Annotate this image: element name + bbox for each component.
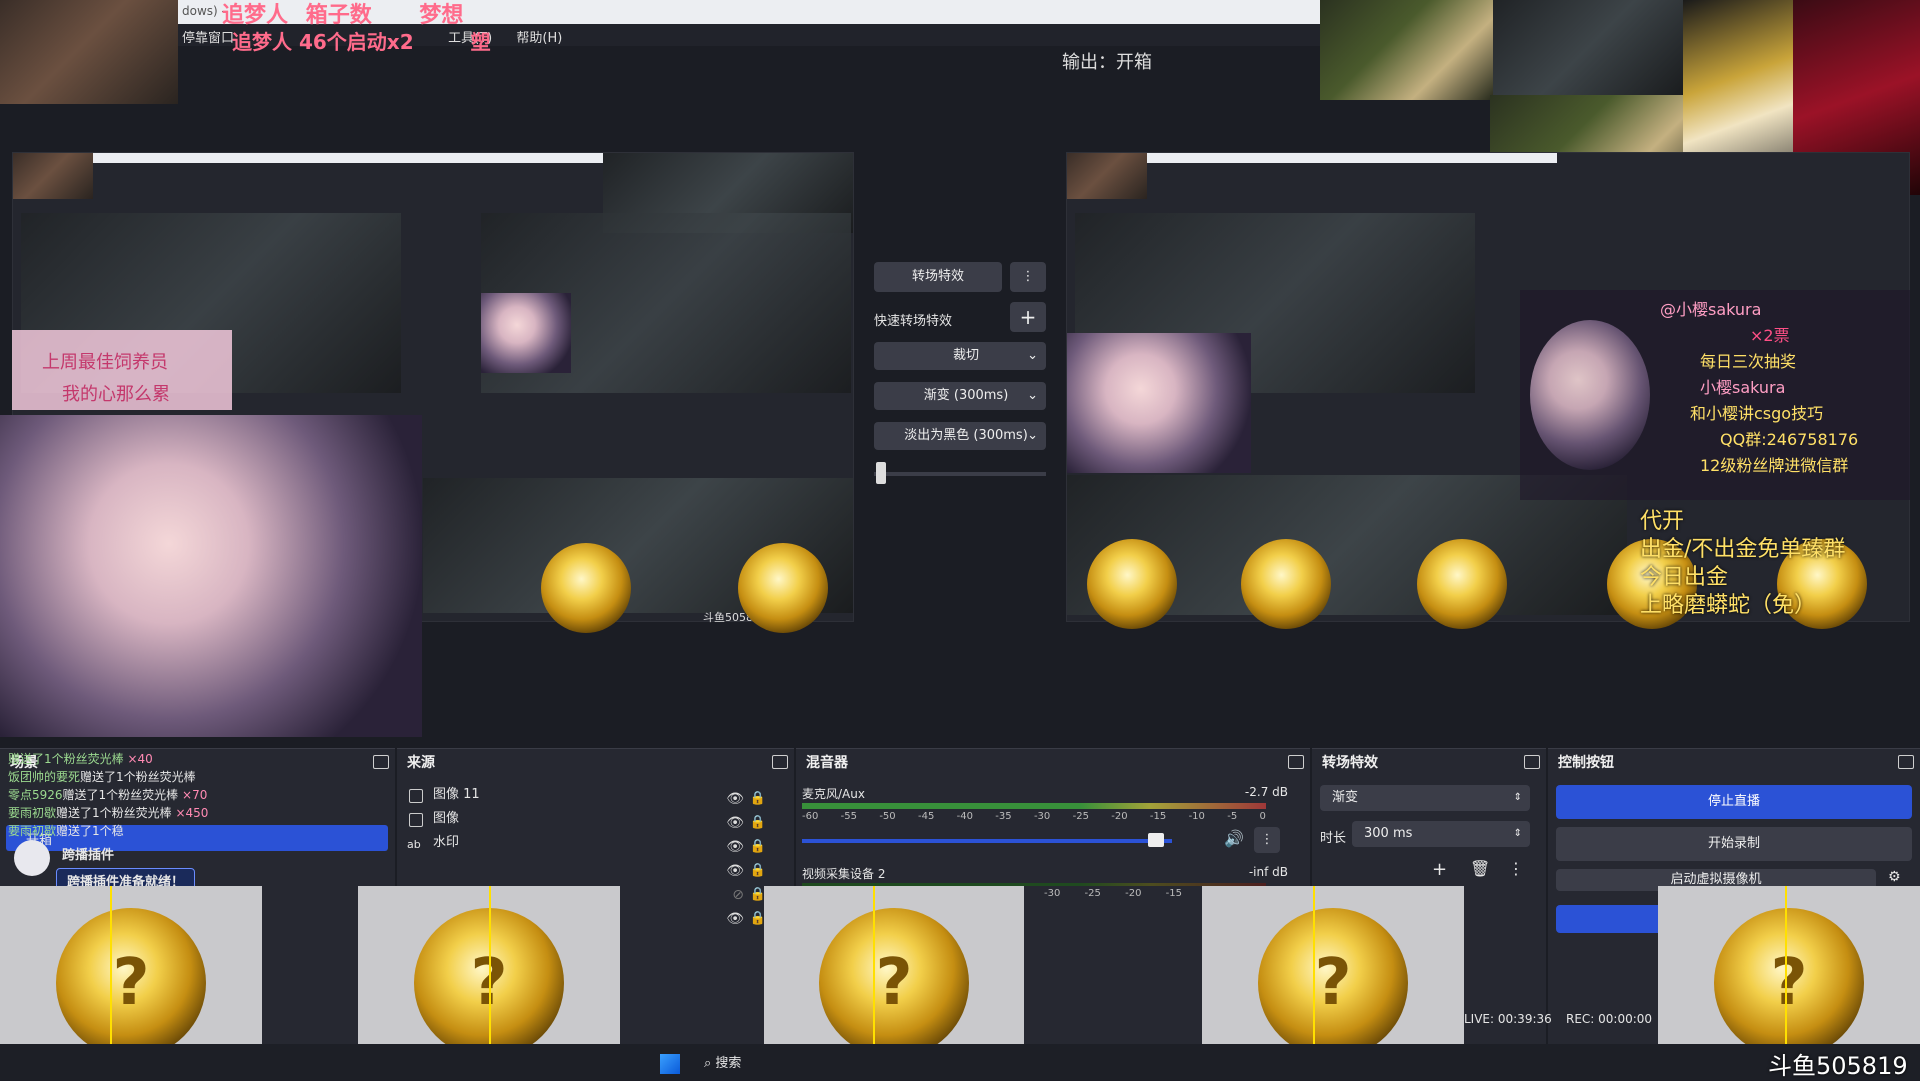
start-record-button[interactable]: 开始录制: [1556, 827, 1912, 861]
mic-level-meter: [802, 803, 1266, 809]
window-title: dows) -: [182, 4, 226, 18]
medal-icon: ?: [56, 908, 206, 1058]
overlay-counter-2: 追梦人 46个启动x2 塑: [232, 30, 491, 54]
trash-icon[interactable]: 🗑: [1470, 859, 1490, 878]
source-item[interactable]: ab 水印 👁 🔒: [397, 831, 794, 855]
plugin-label: 跨播插件: [62, 848, 115, 863]
mixer-ticks: -60 -55 -50 -45 -40 -35 -30 -25 -20 -15 -10 -5 0: [802, 811, 1266, 822]
chat-line: 赠送了1个粉丝荧光棒 ×40: [8, 752, 153, 766]
mic-volume-slider[interactable]: [802, 839, 1172, 843]
skin-thumb-2: [1493, 0, 1683, 95]
sources-header: 来源: [397, 749, 794, 777]
undock-icon[interactable]: [1288, 755, 1304, 769]
quick-transition-cut[interactable]: 裁切 ⌄: [874, 342, 1046, 370]
more-icon[interactable]: ⋮: [1508, 859, 1524, 878]
mixer-header: 混音器: [796, 749, 1310, 777]
window-title-bar: dows) -: [0, 0, 1320, 24]
source-item[interactable]: 图像 11 👁 🔒: [397, 783, 794, 807]
sakura-avatar: [1530, 320, 1650, 470]
source-item[interactable]: 👁 🔒: [397, 855, 794, 879]
webcam-feed: [0, 415, 422, 737]
medal-icon: ?: [1714, 908, 1864, 1058]
transition-slider-handle[interactable]: [876, 462, 886, 484]
quick-transition-label: 快速转场特效: [874, 314, 953, 329]
transition-effect-button[interactable]: 转场特效: [874, 262, 1002, 292]
fan-overlay-card: 上周最佳饲养员 我的心那么累: [12, 330, 232, 410]
chat-line: 要雨初歇赠送了1个粉丝荧光棒 ×450: [8, 806, 209, 820]
medal-icon: ?: [1258, 908, 1408, 1058]
capture-channel-db: -inf dB: [1248, 865, 1288, 879]
duration-input[interactable]: 300 ms ⇕: [1352, 821, 1530, 847]
output-label: 输出：开箱: [1062, 52, 1152, 73]
chat-line: 饭团帅的要死赠送了1个粉丝荧光棒: [8, 770, 196, 784]
undock-icon[interactable]: [1524, 755, 1540, 769]
image-icon: [409, 789, 423, 803]
stop-stream-button[interactable]: 停止直播: [1556, 785, 1912, 819]
rec-status: REC: 00:00:00: [1566, 1012, 1653, 1026]
gear-icon[interactable]: ⚙: [1888, 869, 1901, 885]
mic-channel-db: -2.7 dB: [1244, 785, 1288, 799]
overlay-counter-1: 追梦人 箱子数 梦想: [222, 3, 464, 28]
glove-thumbnail: [0, 0, 178, 104]
mic-menu-icon[interactable]: ⋮: [1254, 827, 1280, 853]
controls-header: 控制按钮: [1548, 749, 1920, 777]
capture-channel-name: 视频采集设备 2: [802, 867, 886, 881]
transition-menu-icon[interactable]: ⋮: [1010, 262, 1046, 292]
taskbar: ⌕ 搜索: [0, 1044, 1920, 1080]
menu-dock[interactable]: 停靠窗口: [182, 31, 234, 46]
text-icon: ab: [407, 838, 421, 851]
image-icon: [409, 813, 423, 827]
quick-transition-fade[interactable]: 渐变 (300ms) ⌄: [874, 382, 1046, 410]
capture-ticks: -30 -25 -20 -15: [1024, 886, 1202, 901]
chat-line: 零点5926赠送了1个粉丝荧光棒 ×70: [8, 788, 208, 802]
add-icon[interactable]: +: [1432, 859, 1447, 880]
mic-volume-handle[interactable]: [1148, 833, 1164, 847]
transition-select[interactable]: 渐变 ⇕: [1320, 785, 1530, 811]
eye-icon[interactable]: 👁: [726, 907, 744, 931]
gift-chat-overlay: 赠送了1个粉丝荧光棒 ×40 饭团帅的要死赠送了1个粉丝荧光棒 零点5926赠送…: [8, 750, 388, 840]
undock-icon[interactable]: [772, 755, 788, 769]
chat-line: 要雨初歇赠送了1个稳: [8, 824, 124, 838]
speaker-icon[interactable]: 🔊: [1224, 829, 1244, 848]
room-id-watermark: 斗鱼505819: [1768, 1052, 1908, 1080]
menu-help[interactable]: 帮助(H): [516, 31, 562, 46]
transition-slider-track[interactable]: [874, 472, 1046, 476]
source-item[interactable]: 图像 👁 🔒: [397, 807, 794, 831]
skin-thumb-1: [1320, 0, 1493, 100]
mic-channel-name: 麦克风/Aux: [802, 787, 865, 801]
undock-icon[interactable]: [1898, 755, 1914, 769]
menu-bar: 停靠窗口 工具(T) 帮助(H): [0, 24, 1320, 46]
duration-label: 时长: [1320, 831, 1347, 846]
plugin-avatar: [14, 840, 50, 876]
add-quick-transition-icon[interactable]: +: [1010, 302, 1046, 332]
medal-icon: ?: [819, 908, 969, 1058]
quick-transition-fade-black[interactable]: 淡出为黑色 (300ms) ⌄: [874, 422, 1046, 450]
promo-overlay: 代开 出金/不出金免单臻群 今日出金 上略磨蟒蛇（免）: [1640, 509, 1846, 618]
transitions-header: 转场特效: [1312, 749, 1546, 777]
transition-mini-panel: 转场特效 ⋮ 快速转场特效 + 裁切 ⌄ 渐变 (300ms) ⌄ 淡出为黑色 (3…: [874, 262, 1046, 484]
taskbar-search[interactable]: ⌕ 搜索: [704, 1052, 741, 1071]
windows-start-icon[interactable]: [660, 1054, 680, 1074]
live-status: LIVE: 00:39:36: [1464, 1012, 1552, 1026]
